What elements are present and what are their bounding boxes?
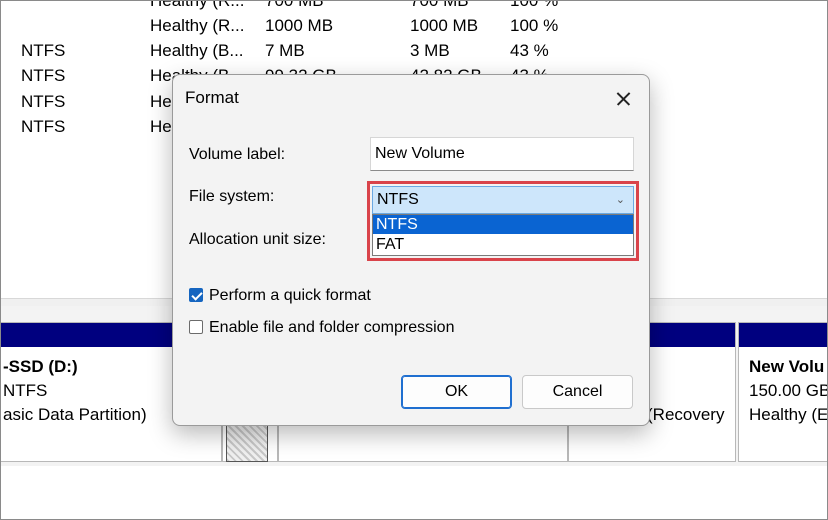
volume-capacity: 7 MB — [265, 41, 305, 60]
partition-type: asic Data Partition) — [3, 405, 147, 424]
dialog-title: Format — [185, 88, 239, 107]
volume-fs: NTFS — [21, 117, 66, 136]
volume-status: Healthy (R... — [150, 16, 245, 35]
compression-label: Enable file and folder compression — [209, 319, 455, 336]
volume-free: 1000 MB — [410, 16, 479, 35]
quick-format-label: Perform a quick format — [209, 287, 371, 304]
volume-free: 3 MB — [410, 41, 450, 60]
volume-status: He — [150, 117, 172, 136]
volume-label-label: Volume label: — [189, 146, 286, 163]
file-system-dropdown: NTFS FAT — [372, 214, 634, 256]
partition-name: -SSD (D:) — [3, 357, 78, 376]
volume-fs: NTFS — [21, 92, 66, 111]
partition-fs: NTFS — [3, 381, 48, 400]
ok-button[interactable]: OK — [401, 375, 512, 409]
file-system-label: File system: — [189, 188, 275, 205]
volume-label-input[interactable]: New Volume — [370, 137, 634, 171]
option-ntfs[interactable]: NTFS — [373, 215, 633, 234]
partition-status: Healthy (E — [749, 405, 828, 424]
volume-status: Healthy (R... — [150, 0, 245, 10]
partition-bar — [739, 323, 828, 347]
cancel-button[interactable]: Cancel — [522, 375, 633, 409]
partition-new-volume[interactable]: New Volu 150.00 GB Healthy (E — [738, 322, 828, 462]
file-system-select[interactable]: NTFS ⌄ — [372, 186, 634, 214]
partition-name: New Volu — [749, 357, 825, 376]
partition-type: (Recovery — [647, 405, 725, 424]
volume-status: Healthy (B... — [150, 41, 244, 60]
volume-pct: 43 % — [510, 41, 549, 60]
volume-fs: NTFS — [21, 66, 66, 85]
volume-status: He — [150, 92, 172, 111]
volume-pct: 100 % — [510, 0, 559, 10]
file-system-value: NTFS — [377, 191, 419, 208]
partition-size: 150.00 GB — [749, 381, 828, 400]
volume-free: 700 MB — [410, 0, 469, 10]
volume-capacity: 700 MB — [265, 0, 324, 10]
format-dialog: Format Volume label: New Volume File sys… — [172, 74, 650, 426]
close-icon[interactable] — [603, 81, 643, 117]
checkbox-checked-icon[interactable] — [189, 288, 203, 302]
volume-capacity: 1000 MB — [265, 16, 334, 35]
checkbox-unchecked-icon[interactable] — [189, 320, 203, 334]
chevron-down-icon: ⌄ — [615, 194, 625, 206]
allocation-unit-label: Allocation unit size: — [189, 231, 326, 248]
option-fat[interactable]: FAT — [373, 235, 633, 254]
volume-fs: NTFS — [21, 41, 66, 60]
volume-pct: 100 % — [510, 16, 559, 35]
